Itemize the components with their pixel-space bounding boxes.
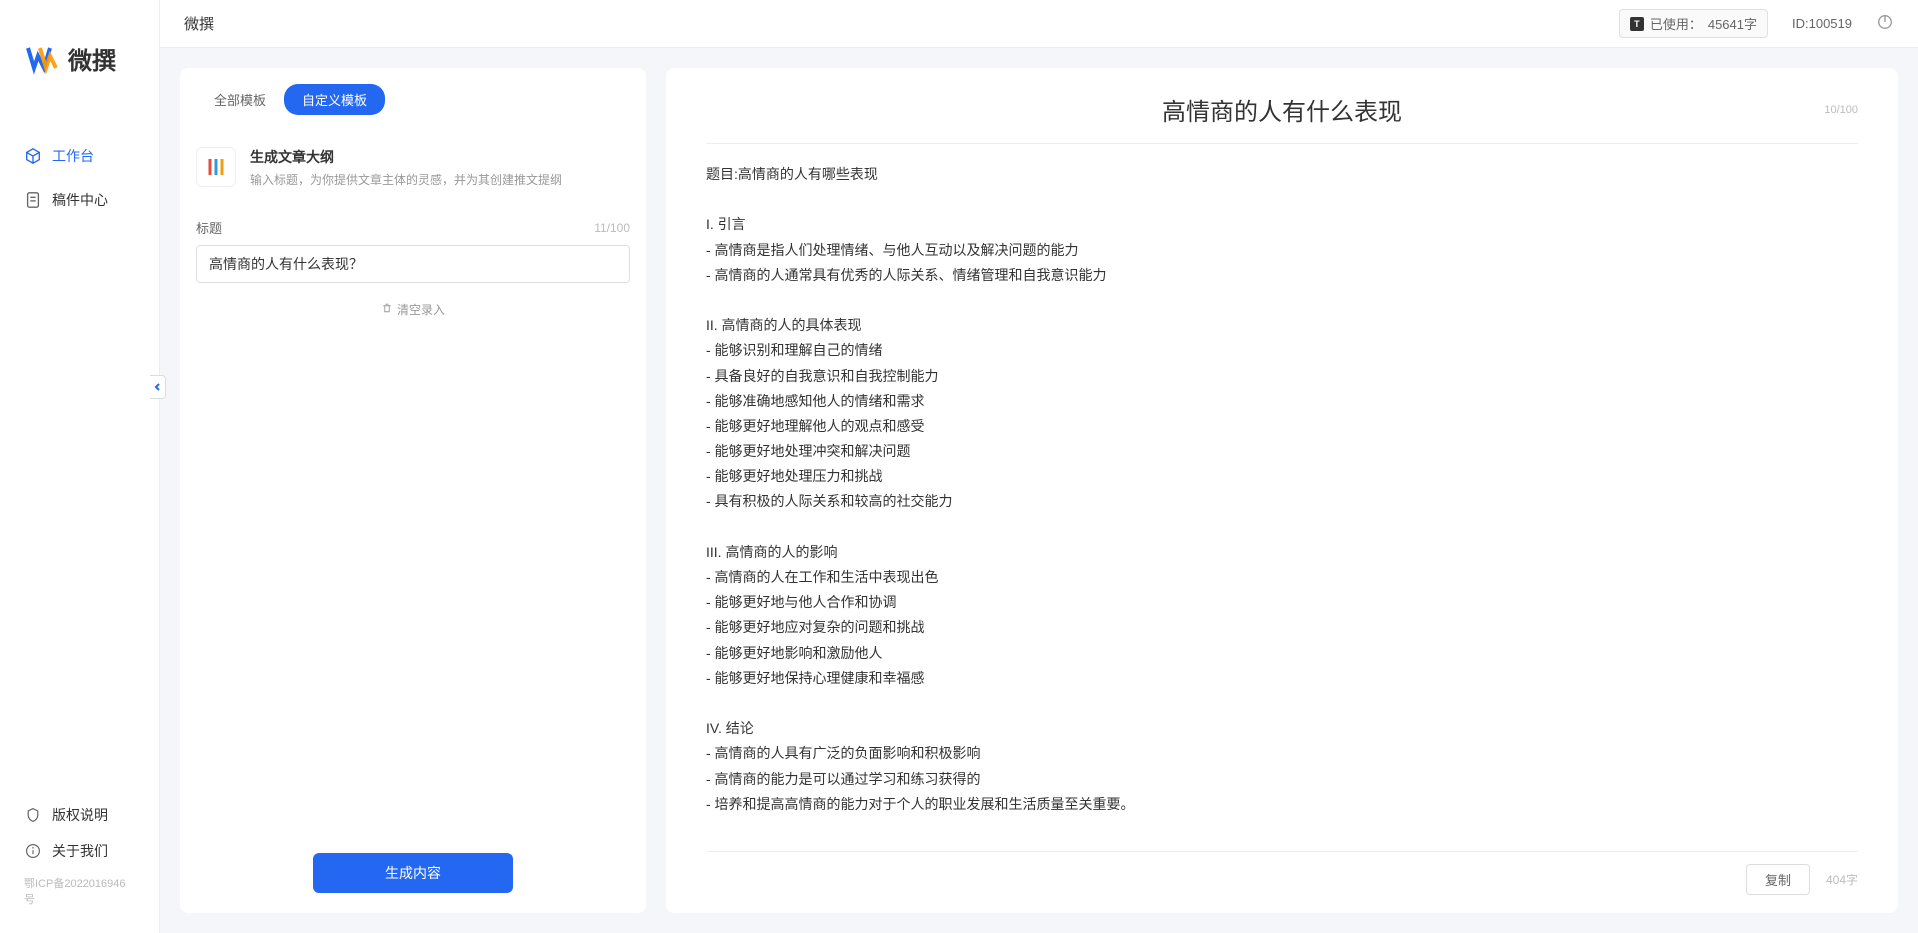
title-char-count: 11/100 xyxy=(594,221,630,235)
left-panel: 全部模板 自定义模板 生成文章大纲 输入标题，为你提供文章主体的灵感，并为其创建… xyxy=(180,68,646,913)
shield-icon xyxy=(24,806,42,824)
logo-text: 微撰 xyxy=(68,41,116,76)
output-title-row: 高情商的人有什么表现 10/100 xyxy=(706,92,1858,144)
right-panel: 高情商的人有什么表现 10/100 题目:高情商的人有哪些表现 I. 引言 - … xyxy=(666,68,1898,913)
sidebar-bottom: 版权说明 关于我们 鄂ICP备2022016946号 xyxy=(0,797,159,933)
template-desc: 输入标题，为你提供文章主体的灵感，并为其创建推文提纲 xyxy=(250,171,562,188)
nav-about[interactable]: 关于我们 xyxy=(0,833,159,869)
word-count: 404字 xyxy=(1826,871,1858,888)
generate-button[interactable]: 生成内容 xyxy=(313,853,513,893)
template-title: 生成文章大纲 xyxy=(250,147,562,167)
template-info: 生成文章大纲 输入标题，为你提供文章主体的灵感，并为其创建推文提纲 xyxy=(250,147,562,188)
nav-drafts[interactable]: 稿件中心 xyxy=(0,178,159,222)
document-icon xyxy=(24,191,42,209)
template-card[interactable]: 生成文章大纲 输入标题，为你提供文章主体的灵感，并为其创建推文提纲 xyxy=(196,135,630,200)
cube-icon xyxy=(24,147,42,165)
usage-badge[interactable]: T 已使用： 45641字 xyxy=(1619,9,1768,38)
tab-all-templates[interactable]: 全部模板 xyxy=(196,84,284,115)
nav-label: 工作台 xyxy=(52,146,94,166)
clear-button[interactable]: 清空录入 xyxy=(196,301,630,318)
top-right: T 已使用： 45641字 ID:100519 xyxy=(1619,9,1894,38)
tab-custom-templates[interactable]: 自定义模板 xyxy=(284,84,385,115)
nav-label: 稿件中心 xyxy=(52,190,108,210)
nav-menu: 工作台 稿件中心 xyxy=(0,104,159,797)
user-id: ID:100519 xyxy=(1792,16,1852,31)
app-logo[interactable]: 微撰 xyxy=(0,0,159,104)
text-icon: T xyxy=(1630,17,1644,31)
logo-icon xyxy=(24,40,60,76)
page-title: 微撰 xyxy=(184,13,214,34)
top-bar: 微撰 T 已使用： 45641字 ID:100519 xyxy=(160,0,1918,48)
sidebar: 微撰 工作台 稿件中心 版权说明 关于我们 鄂ICP备2 xyxy=(0,0,160,933)
nav-label: 关于我们 xyxy=(52,841,108,861)
output-footer: 复制 404字 xyxy=(706,851,1858,895)
output-title[interactable]: 高情商的人有什么表现 xyxy=(706,92,1858,127)
icp-text: 鄂ICP备2022016946号 xyxy=(0,869,159,913)
info-icon xyxy=(24,842,42,860)
template-icon xyxy=(196,147,236,187)
output-title-count: 10/100 xyxy=(1824,104,1858,116)
main-area: 全部模板 自定义模板 生成文章大纲 输入标题，为你提供文章主体的灵感，并为其创建… xyxy=(160,48,1918,933)
nav-workspace[interactable]: 工作台 xyxy=(0,134,159,178)
copy-button[interactable]: 复制 xyxy=(1746,864,1810,895)
nav-label: 版权说明 xyxy=(52,805,108,825)
usage-value: 45641字 xyxy=(1708,14,1757,33)
nav-copyright[interactable]: 版权说明 xyxy=(0,797,159,833)
title-input[interactable] xyxy=(196,245,630,283)
trash-icon xyxy=(381,302,393,317)
tab-bar: 全部模板 自定义模板 xyxy=(196,84,630,115)
form-label-row: 标题 11/100 xyxy=(196,218,630,237)
power-icon[interactable] xyxy=(1876,13,1894,34)
usage-label: 已使用： xyxy=(1650,14,1702,33)
clear-label: 清空录入 xyxy=(397,301,445,318)
title-label: 标题 xyxy=(196,218,222,237)
sidebar-collapse-handle[interactable] xyxy=(150,375,166,399)
output-content[interactable]: 题目:高情商的人有哪些表现 I. 引言 - 高情商是指人们处理情绪、与他人互动以… xyxy=(706,162,1858,851)
